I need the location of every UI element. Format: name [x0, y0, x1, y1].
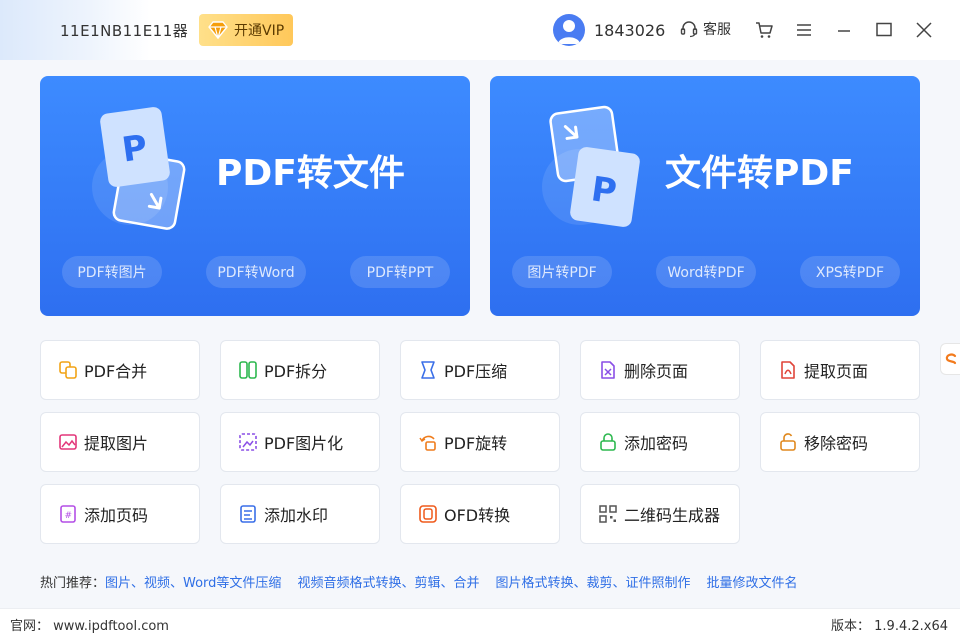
menu-icon	[797, 24, 811, 36]
pdf-to-word-button[interactable]: PDF转Word	[206, 256, 306, 288]
tool-delete-page[interactable]: 删除页面	[580, 340, 740, 400]
image-to-pdf-button[interactable]: 图片转PDF	[512, 256, 612, 288]
tool-extract-image[interactable]: 提取图片	[40, 412, 200, 472]
user-icon	[558, 20, 580, 44]
diamond-icon	[208, 21, 228, 39]
version-value: 1.9.4.2.x64	[874, 619, 948, 634]
to-image-icon	[239, 433, 257, 451]
status-bar: 官网： www.ipdftool.com 版本： 1.9.4.2.x64	[0, 608, 960, 640]
tool-qrcode-generator[interactable]: 二维码生成器	[580, 484, 740, 544]
version-info: 版本： 1.9.4.2.x64	[831, 615, 948, 634]
close-button[interactable]	[912, 18, 936, 42]
watermark-icon	[240, 505, 256, 523]
customer-service-button[interactable]: 客服	[679, 19, 731, 39]
close-icon	[916, 22, 932, 38]
tool-label: 添加密码	[624, 434, 689, 453]
pdf-to-file-illustration-icon: P	[92, 107, 186, 230]
swirl-icon	[945, 353, 956, 365]
side-float-button[interactable]	[940, 343, 960, 375]
service-label: 客服	[703, 22, 731, 38]
tool-add-page-number[interactable]: # 添加页码	[40, 484, 200, 544]
hero-shortcuts: 图片转PDF Word转PDF XPS转PDF	[512, 256, 900, 288]
pdf-to-image-button[interactable]: PDF转图片	[62, 256, 162, 288]
pdf-to-file-card[interactable]: P PDF转文件 PDF转图片 PDF转Word PDF转PPT	[40, 76, 470, 316]
file-to-pdf-illustration-icon: P	[542, 105, 640, 227]
minimize-button[interactable]	[832, 18, 856, 42]
version-label: 版本：	[830, 619, 870, 634]
tool-remove-password[interactable]: 移除密码	[760, 412, 920, 472]
hot-label: 热门推荐：	[40, 576, 106, 591]
tool-label: PDF拆分	[264, 362, 328, 381]
hot-link-video-convert[interactable]: 视频音频格式转换、剪辑、合并	[297, 572, 479, 591]
hot-link-batch-rename[interactable]: 批量修改文件名	[706, 572, 797, 591]
tool-label: PDF压缩	[444, 362, 508, 381]
hot-link-image-convert[interactable]: 图片格式转换、裁剪、证件照制作	[495, 572, 690, 591]
hero-title: PDF转文件	[216, 153, 405, 194]
maximize-icon	[876, 22, 892, 37]
tool-extract-page[interactable]: 提取页面	[760, 340, 920, 400]
cart-icon	[756, 22, 773, 38]
cart-button[interactable]	[752, 18, 776, 42]
site-url-link[interactable]: www.ipdftool.com	[53, 619, 169, 634]
vip-label: 开通VIP	[234, 23, 285, 39]
user-account[interactable]: 1843026	[553, 14, 665, 46]
maximize-button[interactable]	[872, 18, 896, 42]
tool-pdf-compress[interactable]: PDF压缩	[400, 340, 560, 400]
merge-icon	[59, 361, 77, 379]
tool-label: PDF旋转	[444, 434, 508, 453]
site-label: 官网：	[10, 619, 50, 634]
user-id: 1843026	[594, 20, 666, 40]
tool-pdf-to-image[interactable]: PDF图片化	[220, 412, 380, 472]
tool-pdf-merge[interactable]: PDF合并	[40, 340, 200, 400]
compress-icon	[421, 361, 435, 379]
hero-title: 文件转PDF	[665, 153, 854, 194]
tool-pdf-split[interactable]: PDF拆分	[220, 340, 380, 400]
hot-link-compress[interactable]: 图片、视频、Word等文件压缩	[105, 572, 281, 591]
headset-icon	[680, 21, 698, 38]
tool-label: PDF图片化	[264, 434, 344, 453]
tool-add-password[interactable]: 添加密码	[580, 412, 740, 472]
lock-icon	[600, 433, 616, 451]
menu-button[interactable]	[792, 18, 816, 42]
vip-button[interactable]: 开通VIP	[199, 14, 293, 46]
ofd-icon	[419, 505, 437, 523]
tool-ofd-convert[interactable]: OFD转换	[400, 484, 560, 544]
tool-label: 添加水印	[264, 506, 329, 525]
tool-pdf-rotate[interactable]: PDF旋转	[400, 412, 560, 472]
qrcode-icon	[599, 505, 617, 523]
word-to-pdf-button[interactable]: Word转PDF	[656, 256, 756, 288]
extract-page-icon	[781, 361, 795, 379]
xps-to-pdf-button[interactable]: XPS转PDF	[800, 256, 900, 288]
tool-label: PDF合并	[84, 362, 148, 381]
avatar	[553, 14, 585, 46]
delete-page-icon	[601, 361, 615, 379]
tool-label: OFD转换	[444, 506, 511, 525]
title-bar: 11E1NB11E11器 开通VIP 1843026 客服	[0, 0, 960, 60]
app-title: 11E1NB11E11器	[60, 22, 189, 40]
page-number-icon: #	[60, 505, 76, 523]
tool-label: 移除密码	[804, 434, 869, 453]
unlock-icon	[780, 433, 796, 451]
tool-label: 提取图片	[84, 434, 149, 453]
file-to-pdf-card[interactable]: P 文件转PDF 图片转PDF Word转PDF XPS转PDF	[490, 76, 920, 316]
tool-label: 提取页面	[804, 362, 869, 381]
minimize-icon	[838, 30, 850, 32]
pdf-to-ppt-button[interactable]: PDF转PPT	[350, 256, 450, 288]
tool-label: 添加页码	[84, 506, 149, 525]
tool-label: 删除页面	[624, 362, 689, 381]
extract-image-icon	[59, 434, 77, 450]
svg-text:#: #	[65, 511, 73, 521]
rotate-icon	[419, 435, 436, 451]
hot-recommendations: 热门推荐： 图片、视频、Word等文件压缩 视频音频格式转换、剪辑、合并 图片格…	[40, 572, 813, 591]
tool-label: 二维码生成器	[624, 506, 721, 525]
website-info: 官网： www.ipdftool.com	[10, 615, 169, 634]
hero-shortcuts: PDF转图片 PDF转Word PDF转PPT	[62, 256, 450, 288]
tool-add-watermark[interactable]: 添加水印	[220, 484, 380, 544]
split-icon	[239, 361, 257, 379]
